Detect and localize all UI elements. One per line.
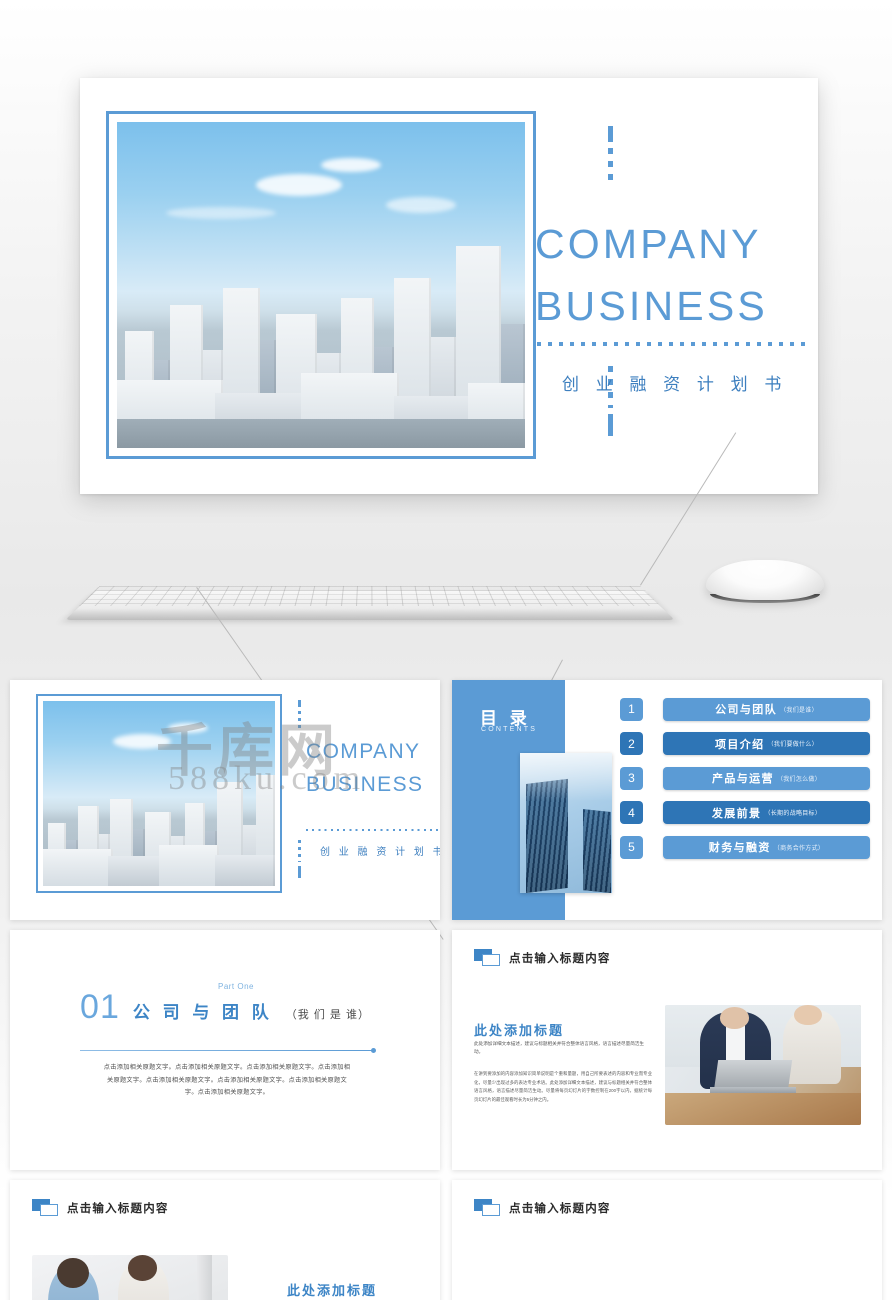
presentation-preview-page: COMPANY BUSINESS 创 业 融 资 计 划 书 COMPANY B… bbox=[0, 0, 892, 1300]
toc-item-5[interactable]: 5 财务与融资 （商务合作方式） bbox=[620, 835, 870, 859]
toc-item-4[interactable]: 4 发展前景 （长期的战略目标） bbox=[620, 801, 870, 825]
toc-item-number: 5 bbox=[620, 835, 643, 859]
toc-item-number: 4 bbox=[620, 801, 643, 824]
content-heading: 此处添加标题 bbox=[474, 1023, 565, 1038]
toc-item-number: 1 bbox=[620, 697, 643, 721]
double-square-icon bbox=[474, 949, 500, 966]
hero-slide[interactable]: COMPANY BUSINESS 创 业 融 资 计 划 书 bbox=[80, 78, 818, 494]
section-one-block: Part One 01 公 司 与 团 队 （我 们 是 谁） 点击添加相关原题… bbox=[10, 982, 440, 1096]
toc-item-bar[interactable]: 项目介绍 （我们要做什么） bbox=[663, 732, 870, 755]
slide-header: 点击输入标题内容 bbox=[474, 949, 611, 966]
hero-subtitle: 创 业 融 资 计 划 书 bbox=[562, 375, 788, 394]
section-number: 01 bbox=[80, 988, 120, 1026]
hero-title-line2: BUSINESS bbox=[535, 283, 768, 330]
section-body-text: 点击添加相关原题文字。点击添加相关原题文字。点击添加相关原题文字。点击添加相关原… bbox=[103, 1064, 351, 1097]
section-note: （我 们 是 谁） bbox=[285, 1009, 370, 1021]
toc-item-note: （长期的战略目标） bbox=[764, 811, 822, 817]
content-subtext: 此处添加详细文本描述，建议与标题相关并符合整体语言风格，语言描述尽量简洁生动。 bbox=[474, 1041, 644, 1055]
keyboard-mockup bbox=[65, 562, 675, 620]
toc-item-label: 项目介绍 bbox=[714, 738, 765, 751]
hero-city-photo bbox=[117, 122, 525, 448]
business-meeting-photo bbox=[665, 1005, 861, 1125]
toc-item-bar[interactable]: 财务与融资 （商务合作方式） bbox=[663, 835, 870, 859]
thumbnail-section-one-slide[interactable]: Part One 01 公 司 与 团 队 （我 们 是 谁） 点击添加相关原题… bbox=[10, 930, 440, 1170]
toc-item-bar[interactable]: 产品与运营 （我们怎么做） bbox=[663, 766, 870, 790]
hero-rule-bottom bbox=[608, 414, 613, 436]
toc-item-number: 3 bbox=[620, 766, 643, 790]
toc-item-bar[interactable]: 发展前景 （长期的战略目标） bbox=[663, 801, 870, 824]
thumbnail-toc-slide[interactable]: 目 录 CONTENTS 1 公司与团队 （我们是谁） 2 项目介绍 （我们要做什么） 3 产… bbox=[452, 680, 882, 920]
toc-item-label: 发展前景 bbox=[711, 807, 762, 820]
hero-rule-top bbox=[608, 126, 613, 142]
section-underline bbox=[80, 1048, 376, 1053]
watermark-domain: 588ku.com bbox=[168, 760, 366, 797]
hero-title: COMPANY BUSINESS bbox=[535, 213, 818, 338]
thumbnail-content-left-photo-slide[interactable]: 点击输入标题内容 此处添加标题 在讲到要表述的数是体的内容部创造个清晰主题，用您… bbox=[10, 1180, 440, 1300]
slide-header-title: 点击输入标题内容 bbox=[67, 1202, 169, 1215]
slide-header-title: 点击输入标题内容 bbox=[509, 952, 611, 965]
double-square-icon bbox=[32, 1199, 58, 1216]
slide-header: 点击输入标题内容 bbox=[32, 1199, 169, 1216]
toc-item-1[interactable]: 1 公司与团队 （我们是谁） bbox=[620, 697, 870, 721]
toc-glass-tower-photo bbox=[520, 753, 612, 893]
content-body-text: 在讲到要添加的内容添加知识简单说明是个重和量题，用自己所要表述的内容和专业而专业… bbox=[474, 1071, 652, 1102]
toc-item-3[interactable]: 3 产品与运营 （我们怎么做） bbox=[620, 766, 870, 790]
hero-dotted-divider bbox=[537, 342, 805, 346]
toc-item-bar[interactable]: 公司与团队 （我们是谁） bbox=[663, 697, 870, 721]
toc-item-note: （我们怎么做） bbox=[776, 776, 822, 783]
hero-text-block: COMPANY BUSINESS 创 业 融 资 计 划 书 bbox=[535, 78, 818, 494]
cover-rule-bottom bbox=[298, 866, 301, 878]
cover-subtitle: 创 业 融 资 计 划 书 bbox=[320, 847, 440, 858]
cover-rule-dashed-bottom bbox=[298, 840, 301, 862]
toc-item-label: 公司与团队 bbox=[715, 704, 778, 716]
toc-item-note: （我们是谁） bbox=[780, 707, 818, 714]
toc-list: 1 公司与团队 （我们是谁） 2 项目介绍 （我们要做什么） 3 产品与运营 （我们怎么做） 4 发… bbox=[620, 697, 870, 870]
mouse-mockup bbox=[700, 558, 830, 610]
slide-header-title: 点击输入标题内容 bbox=[509, 1202, 611, 1215]
slide-header: 点击输入标题内容 bbox=[474, 1199, 611, 1216]
toc-item-2[interactable]: 2 项目介绍 （我们要做什么） bbox=[620, 732, 870, 756]
double-square-icon bbox=[474, 1199, 500, 1216]
toc-item-number: 2 bbox=[620, 732, 643, 755]
thumbnail-content-right-photo-slide[interactable]: 点击输入标题内容 此处添加标题 此处添加详细文本描述，建议与标题相关并符合整体语… bbox=[452, 930, 882, 1170]
coworkers-laptop-photo bbox=[32, 1255, 228, 1300]
toc-item-label: 产品与运营 bbox=[711, 773, 774, 785]
hero-rule-dashed-top bbox=[608, 148, 613, 186]
hero-title-line1: COMPANY bbox=[535, 221, 762, 267]
toc-item-note: （商务合作方式） bbox=[773, 845, 825, 852]
toc-item-note: （我们要做什么） bbox=[767, 742, 818, 748]
toc-item-label: 财务与融资 bbox=[708, 842, 771, 854]
content-heading: 此处添加标题 bbox=[286, 1283, 377, 1298]
section-heading: 公 司 与 团 队 bbox=[132, 1003, 273, 1022]
thumbnail-three-circles-slide[interactable]: 点击输入标题内容 请在此添加文字说明。请在此添加文字说明。请在此添加文字说明。 … bbox=[452, 1180, 882, 1300]
hero-photo-frame bbox=[106, 111, 536, 459]
toc-heading-en: CONTENTS bbox=[481, 726, 538, 733]
cover-dotted-divider bbox=[306, 829, 440, 831]
